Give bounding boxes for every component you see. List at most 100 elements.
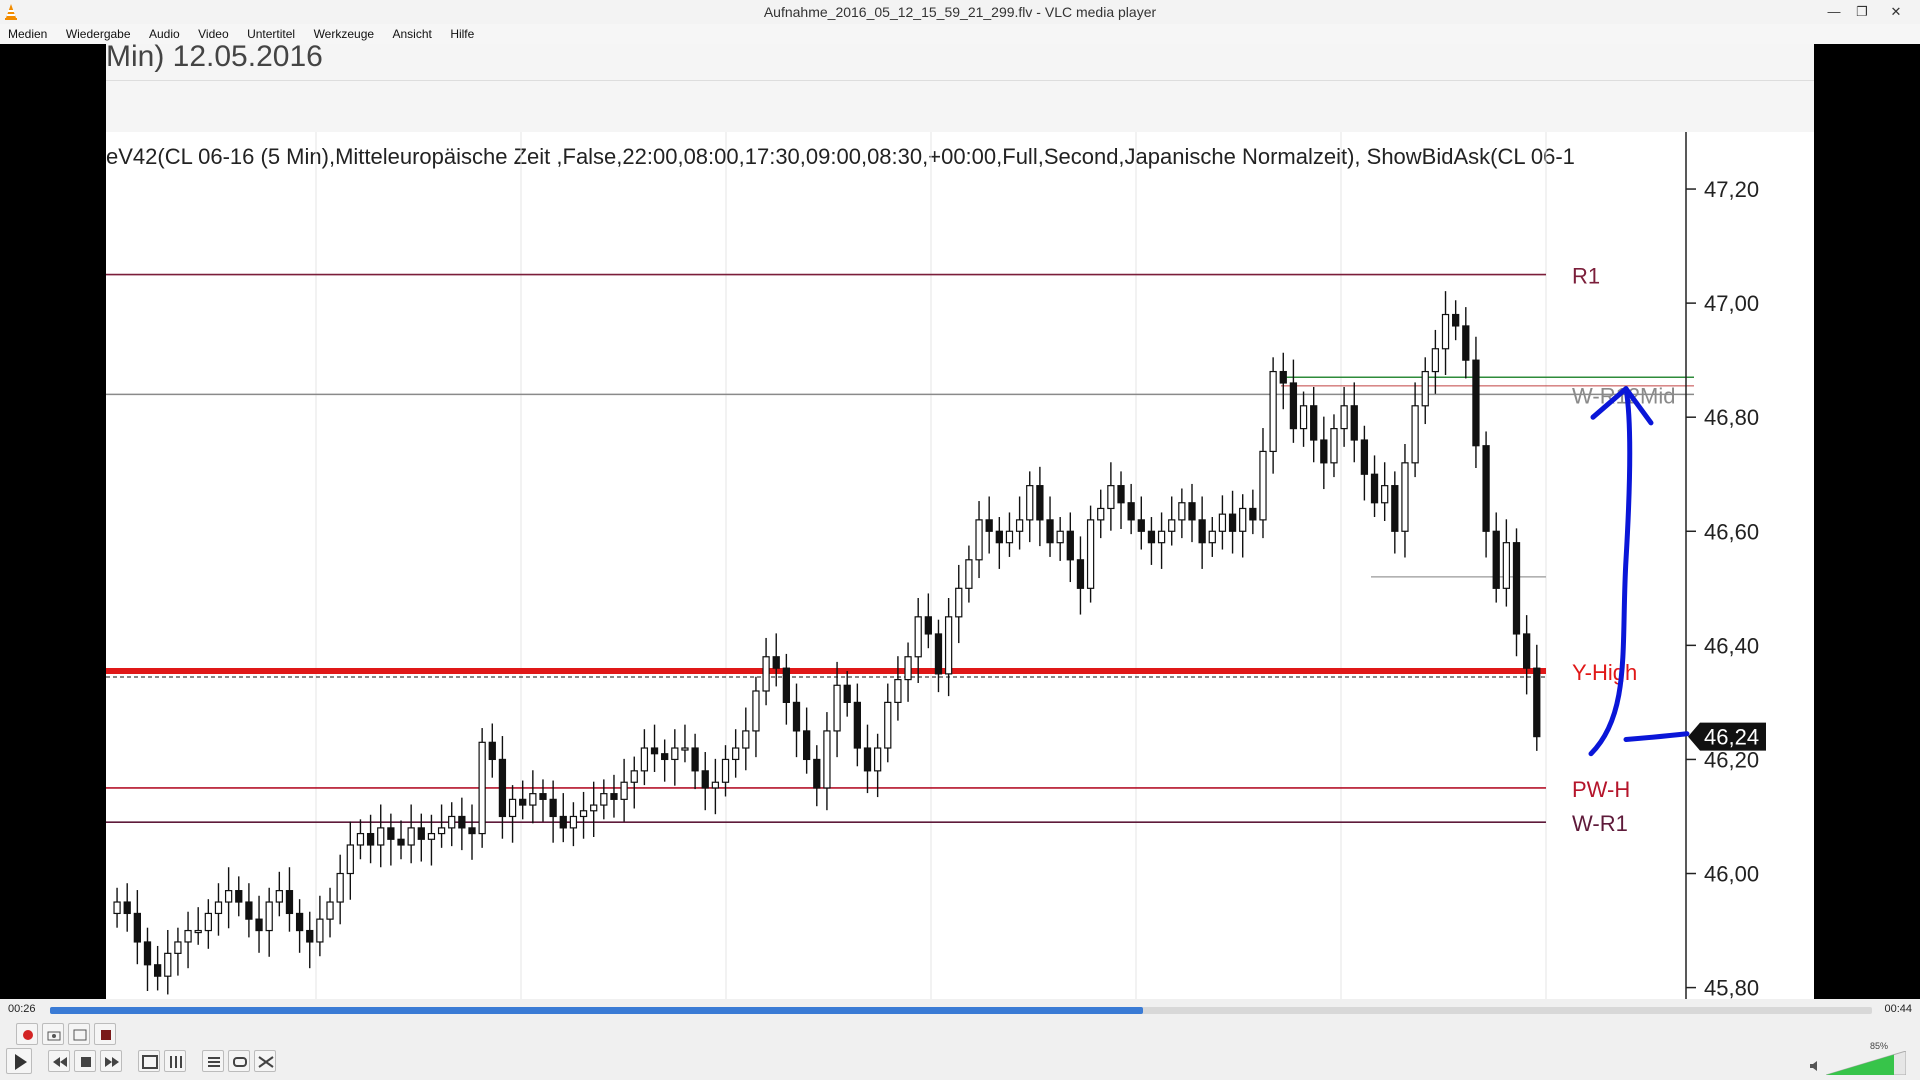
- candle-body: [275, 890, 283, 903]
- restore-button[interactable]: ❐: [1848, 2, 1876, 22]
- candle-body: [752, 690, 760, 732]
- candle-body: [661, 753, 669, 761]
- candle-body: [924, 616, 932, 635]
- frame-step-button[interactable]: [94, 1023, 116, 1045]
- loop-ab-button[interactable]: [68, 1023, 90, 1045]
- candle-body: [397, 838, 405, 846]
- candle-body: [975, 519, 983, 561]
- candle-body: [1350, 405, 1358, 441]
- candle-body: [732, 747, 740, 761]
- candle-body: [1198, 519, 1206, 544]
- candle-body: [914, 616, 922, 658]
- candle-body: [894, 678, 902, 703]
- candle-body: [610, 793, 618, 800]
- menu-video[interactable]: Video: [198, 25, 228, 41]
- fullscreen-button[interactable]: [138, 1050, 160, 1072]
- stop-button[interactable]: [74, 1050, 96, 1072]
- seek-bar[interactable]: [50, 1007, 1872, 1014]
- candle-body: [326, 901, 334, 920]
- candle-body: [1482, 445, 1490, 532]
- candle-body: [1208, 530, 1216, 544]
- candle-body: [1127, 502, 1135, 521]
- candle-body: [782, 667, 791, 703]
- candle-body: [549, 798, 557, 818]
- candle-body: [1340, 405, 1348, 430]
- candle-body: [600, 793, 608, 806]
- shuffle-button[interactable]: [254, 1050, 276, 1072]
- candle-body: [265, 901, 273, 932]
- candle-body: [853, 701, 861, 749]
- axis-tick-label: 46,80: [1704, 405, 1759, 430]
- candle-body: [407, 827, 415, 846]
- candle-body: [711, 781, 720, 789]
- candle-body: [691, 747, 699, 772]
- candle-body: [1168, 519, 1176, 532]
- candle-body: [1289, 382, 1298, 430]
- candle-body: [985, 519, 993, 532]
- candle-body: [1056, 530, 1064, 544]
- candle-body: [1310, 405, 1318, 441]
- fullscreen-icon: [142, 1055, 158, 1069]
- playlist-button[interactable]: [202, 1050, 224, 1072]
- candle-body: [204, 912, 212, 932]
- candle-body: [478, 741, 486, 835]
- record-button[interactable]: [16, 1023, 38, 1045]
- candle-body: [153, 964, 162, 977]
- candle-body: [194, 929, 202, 934]
- time-elapsed: 00:26: [8, 1003, 36, 1015]
- candle-body: [792, 701, 801, 732]
- axis-tick-label: 46,40: [1704, 633, 1759, 658]
- loop-button[interactable]: [228, 1050, 250, 1072]
- close-button[interactable]: ✕: [1882, 2, 1910, 22]
- candle-body: [1421, 370, 1429, 407]
- extended-settings-button[interactable]: [164, 1050, 186, 1072]
- previous-button[interactable]: [48, 1050, 70, 1072]
- candle-body: [1391, 485, 1399, 532]
- speaker-icon[interactable]: [1808, 1059, 1822, 1073]
- menu-audio[interactable]: Audio: [149, 25, 180, 41]
- chart-grid: [315, 132, 1547, 999]
- menu-wiedergabe[interactable]: Wiedergabe: [66, 25, 131, 41]
- chart-candles: [113, 291, 1541, 995]
- candle-body: [508, 798, 517, 818]
- menu-medien[interactable]: Medien: [8, 25, 47, 41]
- candle-body: [823, 730, 831, 789]
- candle-body: [123, 901, 131, 915]
- playback-controls: 00:26 00:44 85%: [0, 999, 1920, 1080]
- candle-body: [1218, 513, 1227, 532]
- candle-body: [863, 747, 872, 772]
- candle-body: [143, 941, 152, 966]
- candle-body: [377, 827, 385, 846]
- title-bar: Aufnahme_2016_05_12_15_59_21_299.flv - V…: [0, 0, 1920, 25]
- loop-ab-icon: [73, 1029, 87, 1041]
- menu-untertitel[interactable]: Untertitel: [247, 25, 295, 41]
- candle-body: [1117, 485, 1125, 504]
- candle-body: [1401, 462, 1409, 532]
- level-label: W-R12Mid: [1572, 383, 1676, 408]
- play-button[interactable]: [6, 1048, 32, 1074]
- current-price-label: 46,24: [1704, 725, 1759, 750]
- next-button[interactable]: [100, 1050, 122, 1072]
- menu-werkzeuge[interactable]: Werkzeuge: [314, 25, 374, 41]
- candle-body: [701, 770, 709, 789]
- snapshot-button[interactable]: [42, 1023, 64, 1045]
- menu-hilfe[interactable]: Hilfe: [450, 25, 474, 41]
- record-icon: [23, 1030, 33, 1040]
- video-area[interactable]: Min) 12.05.2016 eV42(CL 06-16 (5 Min),Mi…: [0, 44, 1920, 999]
- candle-body: [1269, 370, 1277, 453]
- level-label: Y-High: [1572, 660, 1637, 685]
- video-frame: Min) 12.05.2016 eV42(CL 06-16 (5 Min),Mi…: [106, 44, 1814, 999]
- minimize-button[interactable]: —: [1820, 2, 1848, 22]
- candle-body: [569, 815, 578, 829]
- candle-body: [873, 747, 882, 772]
- candle-body: [1228, 513, 1237, 532]
- candle-body: [366, 832, 375, 846]
- play-icon: [15, 1054, 27, 1070]
- volume-control[interactable]: 85%: [1810, 1041, 1907, 1076]
- candle-body: [1066, 530, 1074, 561]
- candle-body: [387, 827, 395, 840]
- menu-ansicht[interactable]: Ansicht: [393, 25, 432, 41]
- candle-body: [1259, 450, 1267, 521]
- axis-tick-label: 46,00: [1704, 862, 1759, 887]
- volume-slider[interactable]: [1825, 1050, 1907, 1076]
